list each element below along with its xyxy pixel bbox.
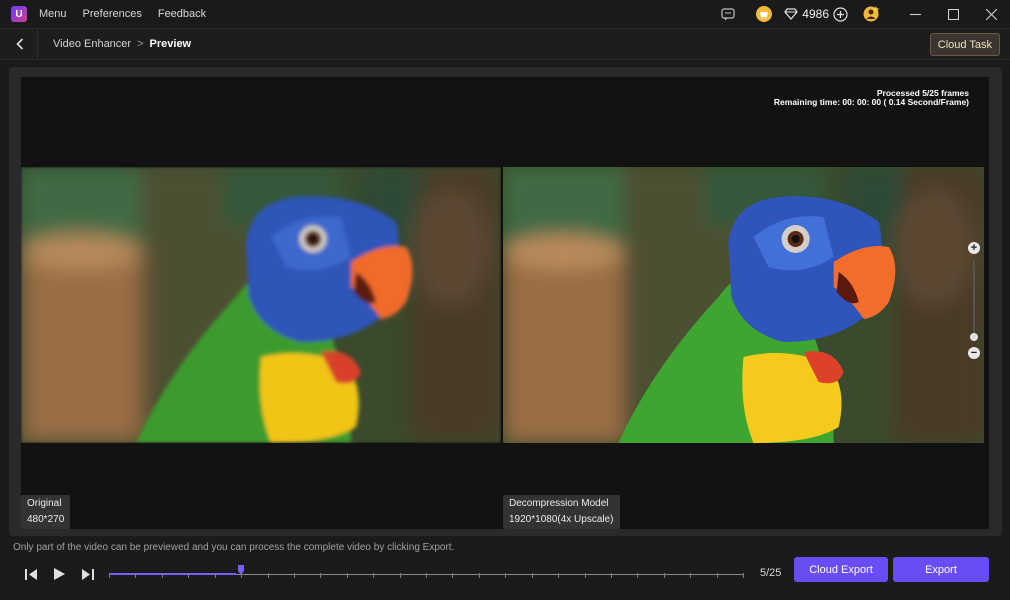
playback-panel: Only part of the video can be previewed … — [0, 537, 1010, 600]
timeline-tick — [400, 573, 401, 578]
diamond-icon — [784, 8, 799, 20]
app-logo-icon: U — [11, 6, 27, 22]
timeline-tick — [241, 573, 242, 578]
breadcrumb-current: Preview — [149, 38, 192, 50]
timeline-tick — [268, 573, 269, 578]
timeline-tick — [611, 573, 612, 578]
timeline-tick — [426, 573, 427, 578]
timeline-tick — [294, 573, 295, 578]
timeline-tick — [664, 573, 665, 578]
timeline-tick — [717, 573, 718, 578]
timeline-tick — [347, 573, 348, 578]
zoom-slider-handle[interactable] — [970, 333, 978, 341]
nav-divider — [37, 29, 38, 59]
timeline-tick — [188, 573, 189, 578]
enhanced-label: Decompression Model 1920*1080(4x Upscale… — [503, 495, 620, 529]
timeline-tick — [690, 573, 691, 578]
timeline-tick — [320, 573, 321, 578]
message-icon[interactable] — [718, 4, 738, 24]
original-preview-image — [21, 167, 501, 443]
timeline-tick — [532, 573, 533, 578]
timeline-tick — [452, 573, 453, 578]
timeline-tick — [135, 573, 136, 578]
next-frame-icon[interactable] — [79, 565, 97, 583]
preview-area: Processed 5/25 frames Remaining time: 00… — [21, 77, 989, 529]
title-bar: U Menu Preferences Feedback 4986 — [0, 0, 1010, 28]
timeline-tick — [558, 573, 559, 578]
timeline-tick — [373, 573, 374, 578]
nav-bar: Video Enhancer > Preview Cloud Task — [0, 28, 1010, 60]
enhanced-preview-image — [503, 167, 984, 443]
menu-item-menu[interactable]: Menu — [39, 8, 67, 20]
timeline-tick — [479, 573, 480, 578]
zoom-slider-track[interactable] — [973, 261, 975, 341]
timeline-tick — [585, 573, 586, 578]
export-button[interactable]: Export — [893, 557, 989, 582]
timeline-tick — [505, 573, 506, 578]
timeline-progress — [109, 573, 236, 575]
zoom-out-icon[interactable]: − — [968, 347, 980, 359]
timeline-slider[interactable] — [109, 565, 744, 579]
enhanced-resolution: 1920*1080(4x Upscale) — [509, 514, 614, 525]
timeline-tick — [215, 573, 216, 578]
timeline-tick — [637, 573, 638, 578]
export-hint-text: Only part of the video can be previewed … — [13, 542, 455, 553]
remaining-time-text: Remaining time: 00: 00: 00 ( 0.14 Second… — [773, 97, 969, 107]
maximize-icon[interactable] — [934, 0, 972, 28]
original-title: Original — [27, 498, 62, 509]
enhanced-title: Decompression Model — [509, 498, 609, 509]
credits-balance[interactable]: 4986 — [784, 6, 848, 22]
cloud-export-button[interactable]: Cloud Export — [794, 557, 888, 582]
minimize-icon[interactable] — [896, 0, 934, 28]
zoom-in-icon[interactable]: + — [968, 242, 980, 254]
frame-counter: 5/25 — [760, 567, 782, 579]
close-icon[interactable] — [972, 0, 1010, 28]
plus-circle-icon[interactable] — [833, 6, 848, 22]
timeline-tick — [109, 573, 110, 578]
play-icon[interactable] — [50, 565, 68, 583]
timeline-tick — [743, 573, 744, 578]
titlebar-right-controls: 4986 — [718, 0, 1010, 28]
menu-item-preferences[interactable]: Preferences — [83, 8, 142, 20]
menu-item-feedback[interactable]: Feedback — [158, 8, 206, 20]
breadcrumb-separator: > — [137, 38, 144, 50]
processing-status: Processed 5/25 frames Remaining time: 00… — [774, 89, 969, 107]
back-arrow-icon[interactable] — [5, 29, 35, 59]
credits-count: 4986 — [802, 7, 829, 21]
store-icon[interactable] — [756, 6, 773, 22]
timeline-tick — [162, 573, 163, 578]
breadcrumb-parent[interactable]: Video Enhancer — [53, 38, 131, 50]
zoom-control: + − — [967, 241, 983, 363]
user-avatar-icon[interactable] — [862, 4, 882, 24]
prev-frame-icon[interactable] — [22, 565, 40, 583]
cloud-task-button[interactable]: Cloud Task — [929, 33, 1000, 56]
original-label: Original 480*270 — [21, 495, 71, 529]
original-resolution: 480*270 — [27, 514, 65, 525]
